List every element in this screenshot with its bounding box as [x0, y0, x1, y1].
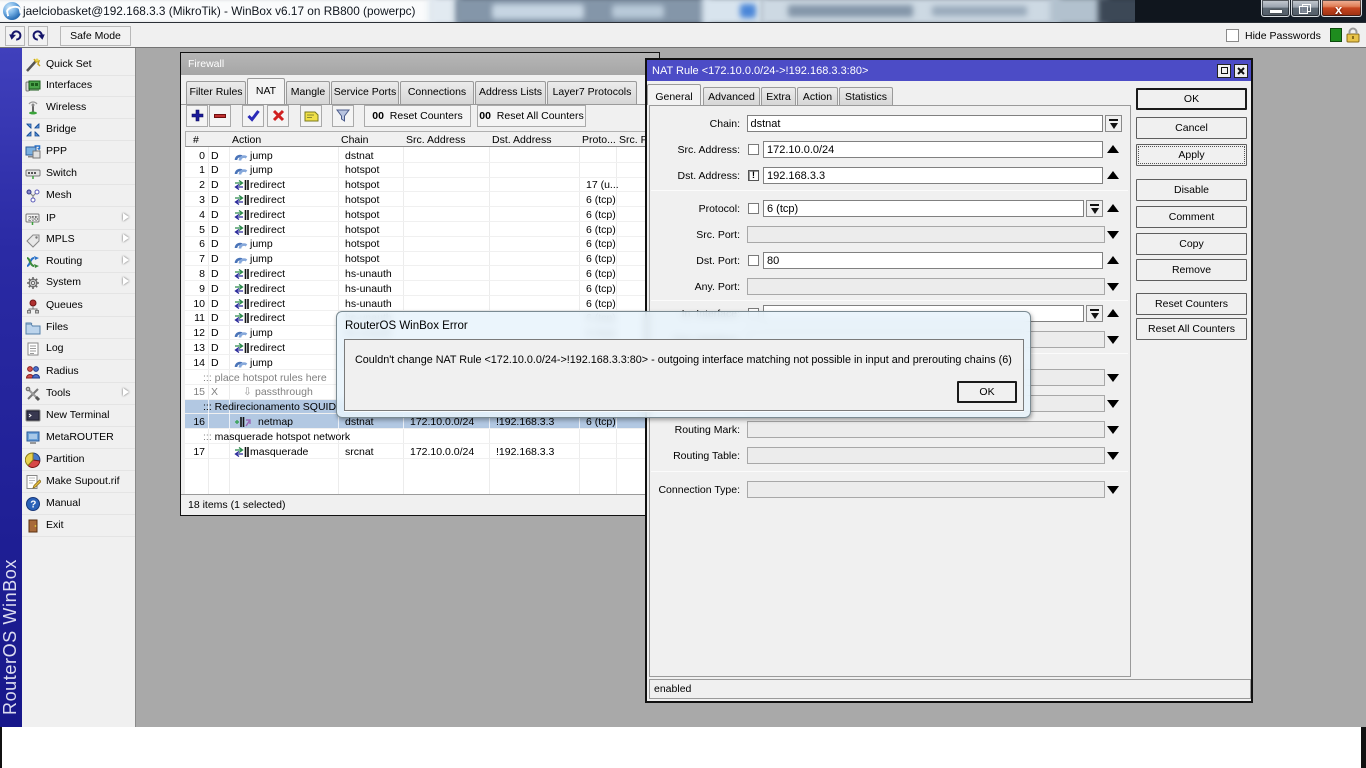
svg-text:?: ? [30, 499, 36, 510]
svg-text:255: 255 [28, 216, 39, 222]
